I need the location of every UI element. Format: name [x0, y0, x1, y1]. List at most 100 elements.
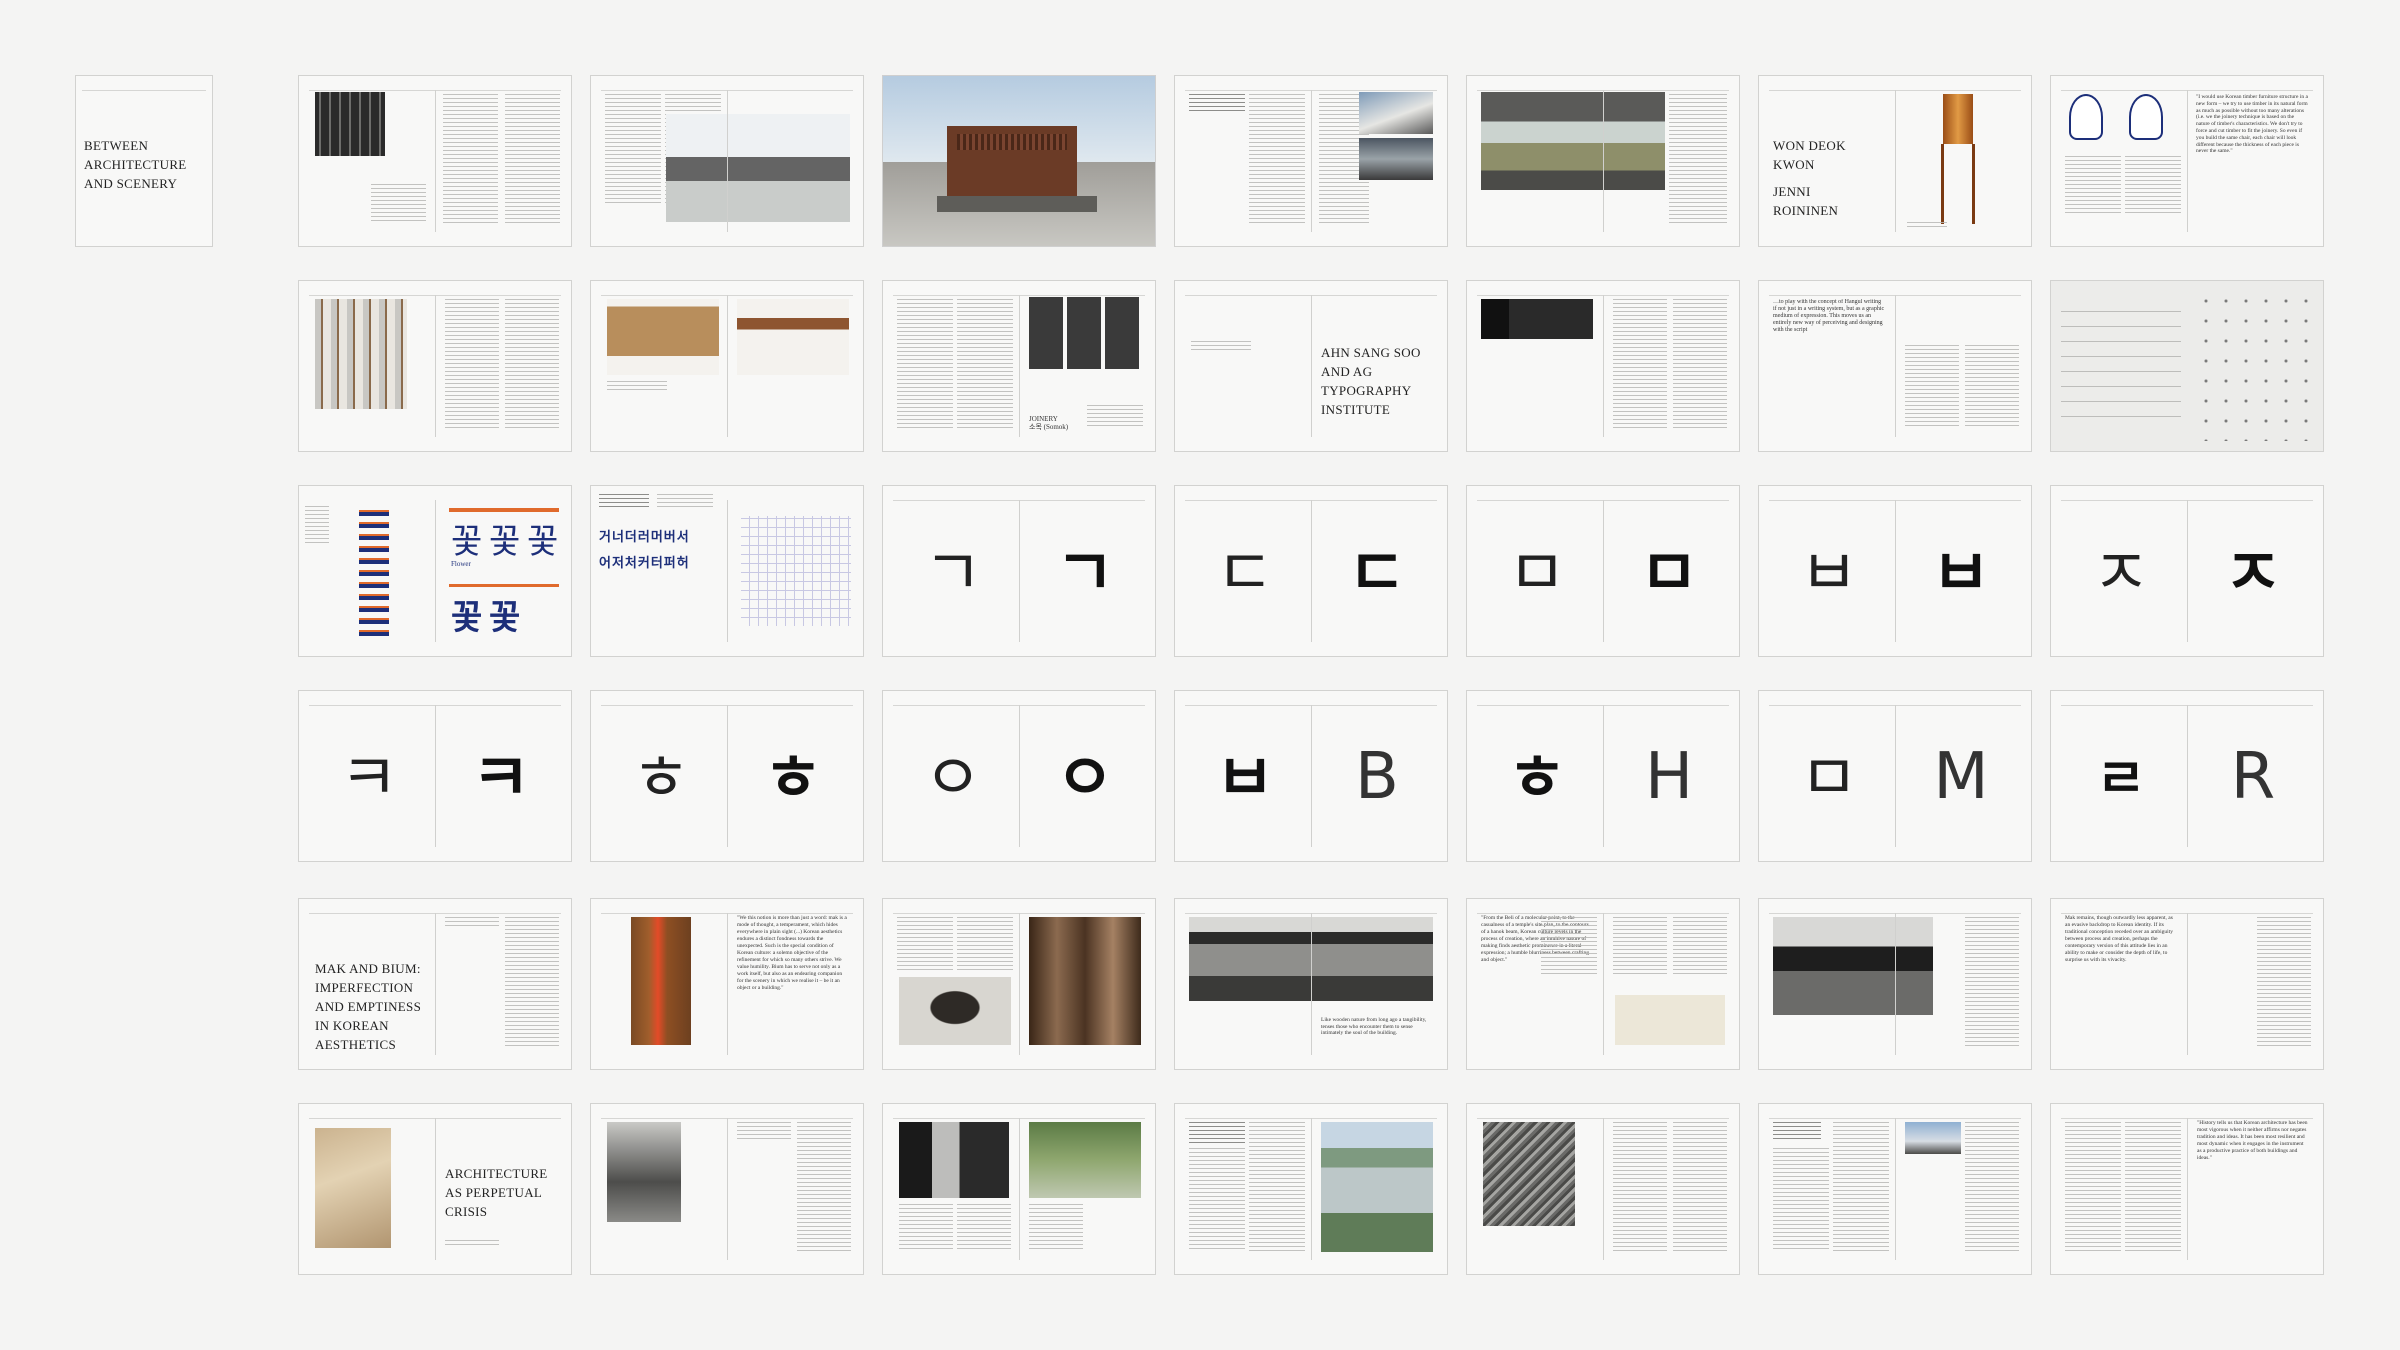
spread-thumbnail[interactable] — [1174, 1103, 1448, 1275]
body-text — [305, 506, 329, 546]
typography-photo — [1481, 299, 1593, 339]
header-rule — [82, 90, 206, 91]
chapter-title-line: WON DEOK — [1773, 138, 1846, 153]
spread-thumbnail[interactable] — [882, 898, 1156, 1070]
old-map — [315, 1128, 391, 1248]
intro-text — [1189, 1122, 1245, 1144]
orange-rule — [449, 584, 559, 587]
cover-title-line: BETWEEN — [84, 138, 149, 153]
spread-thumbnail[interactable]: ARCHITECTURE AS PERPETUAL CRISIS — [298, 1103, 572, 1275]
glyph-spread[interactable]: ㅂ B — [1174, 690, 1448, 862]
body-text — [1773, 1148, 1829, 1252]
building-photo — [1905, 1122, 1961, 1154]
gutter — [1895, 1118, 1896, 1260]
latin-glyph: H — [1644, 740, 1694, 814]
cover-page[interactable]: BETWEEN ARCHITECTURE AND SCENERY — [75, 75, 213, 247]
artifact-photo — [631, 917, 691, 1045]
temple-photo — [1773, 917, 1933, 1015]
spread-thumbnail[interactable]: MAK AND BIUM: IMPERFECTION AND EMPTINESS… — [298, 898, 572, 1070]
gutter — [435, 90, 436, 232]
gutter — [435, 705, 436, 847]
body-text — [737, 1122, 791, 1140]
gutter — [1311, 913, 1312, 1055]
spread-thumbnail[interactable] — [1174, 75, 1448, 247]
chapter-title-line: AS PERPETUAL — [445, 1185, 543, 1200]
glyph-spread[interactable]: ㅋ ㅋ — [298, 690, 572, 862]
body-text — [897, 299, 953, 429]
hangul-light-glyph: ㅎ — [631, 742, 691, 816]
bowl-photo — [899, 977, 1011, 1045]
spread-thumbnail[interactable]: Mak remains, though outwardly less appar… — [2050, 898, 2324, 1070]
spread-thumbnail[interactable]: Like wooden nature from long ago a tangi… — [1174, 898, 1448, 1070]
spread-thumbnail[interactable] — [1758, 1103, 2032, 1275]
spread-thumbnail[interactable] — [1466, 1103, 1740, 1275]
body-text — [1965, 1122, 2019, 1252]
spread-thumbnail[interactable]: AHN SANG SOO AND AG TYPOGRAPHY INSTITUTE — [1174, 280, 1448, 452]
spread-thumbnail[interactable]: 꽃 꽃 꽃 Flower 꽃 꽃 — [298, 485, 572, 657]
pull-quote: Like wooden nature from long ago a tangi… — [1321, 1017, 1427, 1036]
body-text — [957, 1204, 1011, 1252]
gutter — [1019, 913, 1020, 1055]
gutter — [727, 913, 728, 1055]
spread-thumbnail[interactable] — [1466, 75, 1740, 247]
glyph-spread[interactable]: ㄱ ㄱ — [882, 485, 1156, 657]
glyph-spread[interactable]: ㅎ H — [1466, 690, 1740, 862]
gutter — [1603, 705, 1604, 847]
spread-thumbnail[interactable]: 거너더러머버서 어저처커터퍼허 — [590, 485, 864, 657]
spread-thumbnail[interactable]: "I would use Korean timber furniture str… — [2050, 75, 2324, 247]
glyph-spread[interactable]: ㅁ M — [1758, 690, 2032, 862]
lamp-stand — [1941, 144, 1975, 224]
spread-thumbnail[interactable] — [298, 75, 572, 247]
spread-thumbnail[interactable] — [882, 1103, 1156, 1275]
hangul-bold-glyph: ㅎ — [1507, 742, 1567, 816]
spread-thumbnail[interactable] — [590, 1103, 864, 1275]
glyph-spread[interactable]: ㄹ R — [2050, 690, 2324, 862]
spread-thumbnail[interactable] — [2050, 280, 2324, 452]
spread-thumbnail[interactable]: …to play with the concept of Hangul writ… — [1758, 280, 2032, 452]
spread-thumbnail[interactable]: "History tells us that Korean architectu… — [2050, 1103, 2324, 1275]
spread-thumbnail[interactable] — [590, 280, 864, 452]
flower-label: Flower — [451, 560, 471, 568]
body-text — [371, 184, 426, 224]
spread-thumbnail[interactable]: JOINERY 소목 (Somok) — [882, 280, 1156, 452]
gutter — [1311, 90, 1312, 232]
chapter-title-line: INSTITUTE — [1321, 402, 1391, 417]
spread-thumbnail[interactable] — [1758, 898, 2032, 1070]
glyph-spread[interactable]: ㅇ ㅇ — [882, 690, 1156, 862]
portrait-illustration — [2129, 94, 2163, 140]
hangul-light-glyph: ㅁ — [1507, 537, 1567, 611]
spread-thumbnail[interactable] — [590, 75, 864, 247]
gutter — [2187, 500, 2188, 642]
intro-text — [1189, 94, 1245, 114]
spread-thumbnail[interactable] — [298, 280, 572, 452]
glyph-spread[interactable]: ㅈ ㅈ — [2050, 485, 2324, 657]
glyph-spread[interactable]: ㅂ ㅂ — [1758, 485, 2032, 657]
city-photo — [1483, 1122, 1575, 1226]
body-text — [2125, 1122, 2181, 1252]
intro-text — [599, 494, 649, 508]
gutter — [1019, 705, 1020, 847]
spread-thumbnail[interactable]: "From the Beli of a molecular point, to … — [1466, 898, 1740, 1070]
gutter — [727, 1118, 728, 1260]
glyph-spread[interactable]: ㅎ ㅎ — [590, 690, 864, 862]
caption-text — [1907, 222, 1947, 228]
gutter — [1603, 500, 1604, 642]
spread-thumbnail[interactable]: WON DEOK KWON JENNI ROININEN — [1758, 75, 2032, 247]
joinery-title-line: 소목 (Somok) — [1029, 423, 1069, 431]
spread-thumbnail[interactable]: "We this notion is more than just a word… — [590, 898, 864, 1070]
gutter — [1603, 913, 1604, 1055]
gutter — [1895, 705, 1896, 847]
body-text — [443, 94, 498, 224]
tower-photo — [1321, 1122, 1433, 1252]
body-text — [899, 1204, 953, 1252]
chapter-title-line: KWON — [1773, 157, 1815, 172]
pull-quote: Mak remains, though outwardly less appar… — [2065, 915, 2173, 963]
spread-thumbnail[interactable] — [1466, 280, 1740, 452]
spread-thumbnail[interactable] — [882, 75, 1156, 247]
body-text — [445, 299, 499, 429]
hangul-bold-glyph: ㅂ — [1215, 742, 1275, 816]
body-text — [2125, 156, 2181, 216]
glyph-spread[interactable]: ㅁ ㅁ — [1466, 485, 1740, 657]
hangul-specimen — [359, 506, 389, 642]
glyph-spread[interactable]: ㄷ ㄷ — [1174, 485, 1448, 657]
